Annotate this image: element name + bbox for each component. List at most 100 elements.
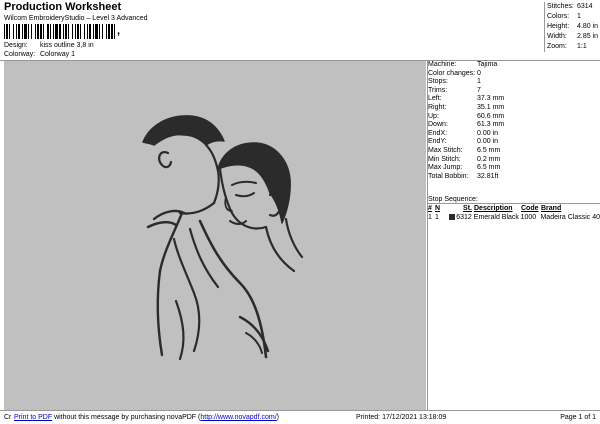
design-value: kiss outline 3,8 in [39, 42, 94, 49]
colorway-value: Colorway 1 [39, 51, 75, 58]
barcode-bar [53, 24, 54, 39]
info-row: EndY: 0.00 in [428, 138, 600, 147]
row-stitches: 6312 [456, 214, 472, 221]
woman-eye [235, 192, 255, 198]
row-stitches-cell: 6312 [447, 213, 474, 222]
worksheet-title: Production Worksheet [4, 1, 122, 13]
row-brand: Madeira Classic 40 [540, 214, 600, 221]
info-value: Tajima [477, 61, 498, 68]
col-brand: Brand [541, 205, 562, 212]
info-row: Machine: Tajima [428, 61, 600, 70]
man-hair [142, 115, 225, 146]
zoom-row: Zoom: 1:1 [545, 42, 600, 52]
info-row: Trims: 7 [428, 87, 600, 96]
info-label: Min Stitch: [428, 155, 461, 163]
man-arm [198, 219, 268, 359]
col-stitches: St. [463, 205, 472, 212]
info-value: 0 [477, 69, 481, 77]
print-to-pdf-link[interactable]: Print to PDF [14, 414, 52, 421]
info-value: 32.81ft [477, 172, 499, 180]
info-row: Left: 37.3 mm [428, 95, 600, 104]
barcode-suffix: , [117, 25, 121, 37]
info-value: 0.2 mm [477, 155, 501, 163]
info-row: Right: 35.1 mm [428, 104, 600, 113]
woman-neck-back [284, 217, 304, 259]
info-label: Trims: [428, 86, 448, 94]
row-code: 1000 [520, 214, 537, 221]
info-label: EndX: [428, 129, 448, 137]
woman-brow [231, 180, 257, 186]
info-row: Max Jump: 6.5 mm [428, 164, 600, 173]
footer-bar: Cr Print to PDF without this message by … [0, 410, 600, 424]
barcode-bar [22, 24, 23, 39]
barcode-bar [68, 24, 69, 39]
design-row: Design: kiss outline 3,8 in [4, 42, 94, 49]
colors-row: Colors: 1 [545, 12, 600, 22]
man-face [204, 143, 220, 205]
barcode-bar [93, 24, 94, 39]
info-label: Max Jump: [428, 164, 463, 172]
machine-info-panel: Machine: Tajima Color changes: 0 Stops: 1 T… [428, 61, 600, 181]
info-value: 0.00 in [477, 138, 499, 146]
stop-sequence-header: Stop Sequence: [428, 195, 600, 204]
info-row: Color changes: 0 [428, 70, 600, 79]
barcode-bar [95, 24, 98, 39]
novapdf-url-link[interactable]: http://www.novapdf.com/ [200, 414, 276, 421]
barcode-bar [59, 24, 61, 39]
info-label: Color changes: [428, 69, 476, 77]
info-row: EndX: 0.00 in [428, 130, 600, 139]
info-value: 1 [477, 78, 481, 86]
info-value: 61.3 mm [477, 121, 505, 129]
barcode-bar [24, 24, 27, 39]
barcode-bar [63, 24, 64, 39]
colorway-row: Colorway: Colorway 1 [4, 51, 75, 58]
barcode-bar [89, 24, 91, 39]
footer-cr: Cr [4, 414, 12, 421]
info-label: Total Bobbin: [428, 172, 469, 180]
footer-promo: Print to PDF without this message by pur… [14, 412, 279, 424]
barcode-bar [108, 24, 110, 39]
man-jaw [178, 201, 216, 215]
colors-value: 1 [577, 13, 581, 20]
barcode-bar [43, 24, 44, 39]
printed-timestamp: Printed: 17/12/2021 13:18:09 [356, 414, 447, 421]
height-label: Height: [547, 23, 570, 30]
barcode-bar [75, 24, 76, 39]
width-value: 2.85 in [577, 33, 599, 40]
info-row: Down: 61.3 mm [428, 121, 600, 130]
barcode-bar [4, 24, 5, 39]
color-swatch [449, 214, 456, 221]
col-description: Description [474, 205, 513, 212]
barcode-bar [50, 24, 51, 39]
barcode-bar [106, 24, 107, 39]
barcode-bar [65, 24, 67, 39]
info-label: Stops: [428, 78, 448, 86]
stitches-value: 6314 [577, 3, 593, 10]
embroidery-artwork [142, 115, 304, 361]
info-value: 7 [477, 86, 481, 94]
design-label: Design: [4, 42, 28, 49]
barcode-bar [84, 24, 85, 39]
table-row: 1 1 6312 Emerald Black 1000 Madeira Clas… [428, 213, 600, 222]
barcode-bar [55, 24, 58, 39]
barcode-bar [80, 24, 81, 39]
colors-label: Colors: [547, 13, 570, 20]
width-row: Width: 2.85 in [545, 32, 600, 42]
stop-sequence-table: # N St. Description Code Brand 1 1 6312 … [428, 204, 600, 222]
chest-line [174, 299, 185, 361]
barcode-bar [40, 24, 42, 39]
row-num: 1 [428, 214, 432, 221]
software-subtitle: Wilcom EmbroideryStudio – Level 3 Advanc… [4, 15, 148, 22]
table-header-row: # N St. Description Code Brand [428, 204, 600, 213]
height-value: 4.80 in [577, 23, 599, 30]
promo-text: without this message by purchasing novaP… [52, 414, 201, 421]
man-ear [158, 151, 173, 169]
info-row: Max Stitch: 6.5 mm [428, 147, 600, 156]
barcode-bar [47, 24, 49, 39]
barcode-bar [111, 24, 113, 39]
barcode-bar [13, 24, 14, 39]
info-value: 0.00 in [477, 129, 499, 137]
row-description: Emerald Black [473, 214, 519, 221]
info-value: 6.5 mm [477, 146, 501, 154]
width-label: Width: [547, 33, 567, 40]
